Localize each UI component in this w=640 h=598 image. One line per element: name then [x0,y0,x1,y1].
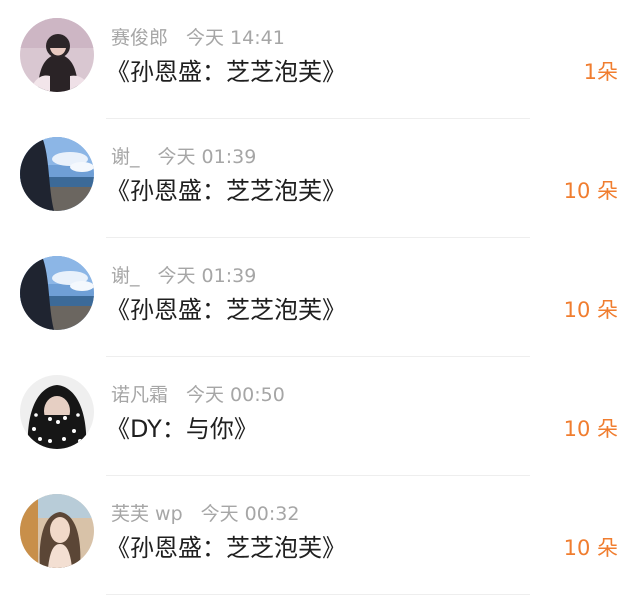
list-item[interactable]: 诺凡霜 今天 00:50 《DY：与你》 10 朵 [0,357,640,476]
username[interactable]: 芙芙 wp [111,503,183,525]
username[interactable]: 赛俊郎 [111,27,168,49]
gift-count: 10 朵 [563,536,618,560]
timestamp: 今天 14:41 [186,27,285,49]
song-title: 《孙恩盛：芝芝泡芙》 [106,534,346,562]
divider [106,594,530,595]
avatar[interactable] [20,375,94,449]
timestamp: 今天 01:39 [157,146,257,168]
avatar[interactable] [20,256,94,330]
song-title: 《孙恩盛：芝芝泡芙》 [106,177,346,205]
avatar-girl-pink-icon [20,18,94,92]
item-meta: 芙芙 wp 今天 00:32 [111,502,299,526]
timestamp: 今天 01:39 [157,265,257,287]
username[interactable]: 诺凡霜 [111,384,168,406]
username[interactable]: 谢_ [111,265,140,287]
song-title: 《孙恩盛：芝芝泡芙》 [106,58,346,86]
avatar-beach-sky-icon [20,256,94,330]
item-meta: 赛俊郎 今天 14:41 [111,26,285,50]
avatar-polka-hood-icon [20,375,94,449]
gift-count: 10 朵 [563,298,618,322]
list-item[interactable]: 赛俊郎 今天 14:41 《孙恩盛：芝芝泡芙》 1朵 [0,0,640,119]
timestamp: 今天 00:50 [186,384,285,406]
item-meta: 诺凡霜 今天 00:50 [111,383,285,407]
username[interactable]: 谢_ [111,146,140,168]
item-meta: 谢_ 今天 01:39 [111,264,256,288]
gift-count: 1朵 [583,60,618,84]
avatar[interactable] [20,494,94,568]
avatar-girl-car-icon [20,494,94,568]
gift-count: 10 朵 [563,417,618,441]
song-title: 《DY：与你》 [106,415,258,443]
item-meta: 谢_ 今天 01:39 [111,145,256,169]
timestamp: 今天 00:32 [200,503,300,525]
avatar-beach-sky-icon [20,137,94,211]
avatar[interactable] [20,18,94,92]
list-item[interactable]: 谢_ 今天 01:39 《孙恩盛：芝芝泡芙》 10 朵 [0,119,640,238]
gift-count: 10 朵 [563,179,618,203]
avatar[interactable] [20,137,94,211]
list-item[interactable]: 谢_ 今天 01:39 《孙恩盛：芝芝泡芙》 10 朵 [0,238,640,357]
gift-record-list: 赛俊郎 今天 14:41 《孙恩盛：芝芝泡芙》 1朵 谢_ 今天 01:39 《孙恩… [0,0,640,598]
song-title: 《孙恩盛：芝芝泡芙》 [106,296,346,324]
list-item[interactable]: 芙芙 wp 今天 00:32 《孙恩盛：芝芝泡芙》 10 朵 [0,476,640,595]
